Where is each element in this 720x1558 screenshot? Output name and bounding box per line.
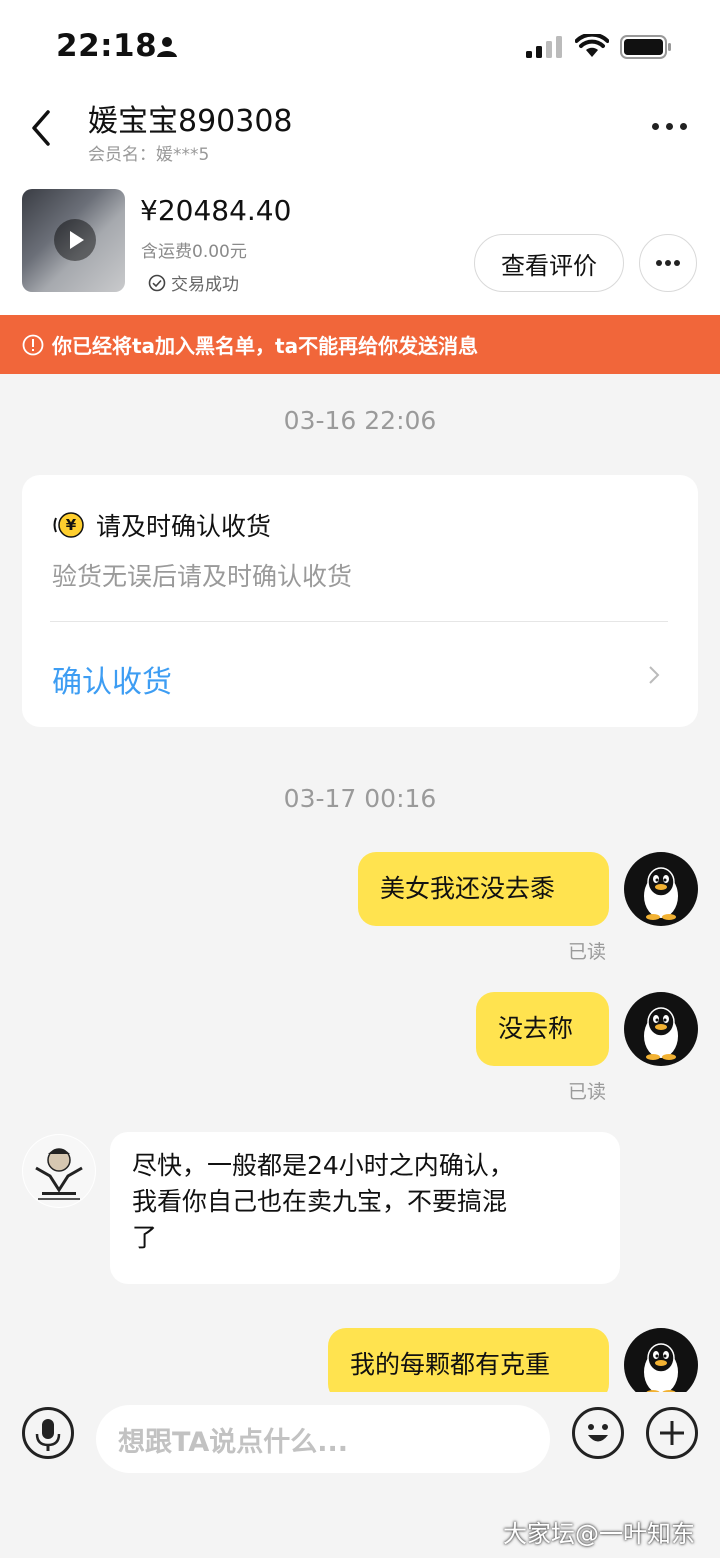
my-message-bubble[interactable]: 美女我还没去黍 [358, 852, 609, 926]
divider [50, 621, 668, 622]
smiley-icon [588, 1424, 608, 1442]
blacklist-banner: 你已经将ta加入黑名单，ta不能再给你发送消息 [0, 315, 720, 374]
more-options-icon[interactable] [650, 118, 690, 136]
my-message-bubble[interactable]: 我的每颗都有克重 [328, 1328, 609, 1402]
plus-icon [660, 1421, 684, 1445]
yen-coin-icon: ¥ [53, 512, 84, 538]
blacklist-banner-text: 你已经将ta加入黑名单，ta不能再给你发送消息 [52, 334, 479, 358]
view-review-button[interactable]: 查看评价 [474, 234, 624, 292]
product-price: ¥20484.40 [140, 194, 292, 227]
svg-text:¥: ¥ [66, 516, 77, 534]
message-line: 了 [132, 1223, 158, 1252]
meme-avatar-icon [23, 1135, 95, 1207]
card-title: ¥ 请及时确认收货 [52, 507, 271, 543]
product-more-button[interactable] [639, 234, 697, 292]
confirm-receipt-card: ¥ 请及时确认收货 验货无误后请及时确认收货 确认收货 [22, 475, 698, 727]
check-circle-icon [148, 274, 166, 291]
my-avatar[interactable] [624, 1328, 698, 1402]
card-subtitle: 验货无误后请及时确认收货 [52, 562, 353, 591]
signal-icon [526, 36, 562, 58]
product-video-thumbnail[interactable] [22, 189, 125, 292]
trade-status-label: 交易成功 [171, 275, 239, 295]
message-input[interactable]: 想跟TA说点什么... [96, 1405, 550, 1473]
card-title-text: 请及时确认收货 [96, 512, 272, 541]
person-icon [157, 37, 177, 57]
emoji-button[interactable] [572, 1407, 624, 1459]
my-message-bubble[interactable]: 没去称 [476, 992, 609, 1066]
warning-circle-icon [22, 334, 44, 355]
timestamp: 03-16 22:06 [283, 406, 437, 435]
microphone-icon [35, 1419, 61, 1451]
penguin-icon [644, 867, 678, 920]
contact-name: 媛宝宝890308 [88, 104, 293, 139]
shipping-fee: 含运费0.00元 [141, 242, 247, 262]
my-avatar[interactable] [624, 852, 698, 926]
penguin-icon [644, 1343, 678, 1396]
chevron-right-icon[interactable] [646, 663, 662, 687]
watermark: 大家坛@一叶知东 [503, 1520, 695, 1548]
member-label: 会员名：媛***5 [88, 145, 210, 165]
wifi-icon [575, 34, 609, 57]
voice-button[interactable] [22, 1407, 74, 1459]
back-arrow-icon[interactable] [26, 106, 58, 150]
read-receipt: 已读 [568, 941, 607, 963]
battery-icon [620, 35, 671, 59]
penguin-icon [644, 1007, 678, 1060]
message-line: 尽快，一般都是24小时之内确认， [132, 1151, 514, 1180]
confirm-receipt-link[interactable]: 确认收货 [52, 657, 172, 701]
add-button[interactable] [646, 1407, 698, 1459]
status-time: 22:18 [56, 28, 158, 64]
contact-avatar[interactable] [22, 1134, 96, 1208]
timestamp: 03-17 00:16 [283, 784, 437, 813]
message-line: 我看你自己也在卖九宝，不要搞混 [132, 1187, 508, 1216]
contact-message-bubble[interactable]: 尽快，一般都是24小时之内确认， 我看你自己也在卖九宝，不要搞混 了 [110, 1132, 620, 1284]
trade-status: 交易成功 [148, 270, 239, 295]
top-header-area: 22:18 媛宝宝890308 会员名：媛***5 ¥20484.40 含运费0… [0, 0, 720, 374]
my-avatar[interactable] [624, 992, 698, 1066]
play-icon [54, 219, 96, 261]
read-receipt: 已读 [568, 1081, 607, 1103]
